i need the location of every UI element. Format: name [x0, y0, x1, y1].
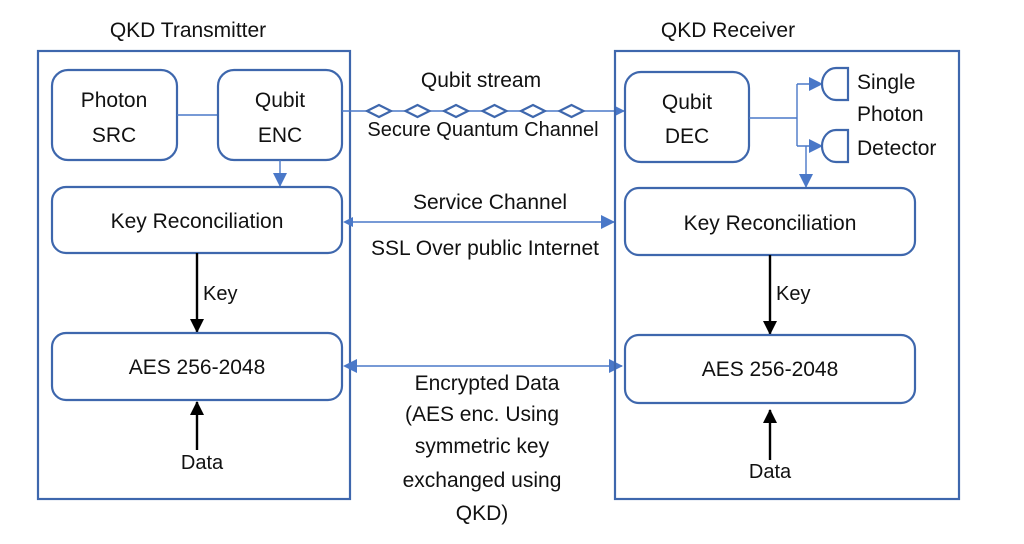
- qubit-diamond-icon: [480, 103, 509, 119]
- single-photon-detector-1-icon: [820, 66, 850, 102]
- receiver: QKD Receiver Qubit DEC Single Photon Det…: [613, 19, 961, 501]
- rx-key-label: Key: [776, 283, 810, 305]
- service-channel-top-label: Service Channel: [413, 191, 567, 214]
- photon-src-line2: SRC: [92, 124, 136, 147]
- transmitter: QKD Transmitter Photon SRC Qubit ENC Key…: [36, 19, 352, 501]
- tx-data-label: Data: [181, 452, 224, 474]
- photon-src-line1: Photon: [81, 89, 148, 112]
- quantum-channel: Qubit stream Secure Quantum Channel: [342, 69, 625, 141]
- encrypted-line-1: Encrypted Data: [415, 372, 560, 395]
- qubit-dec-box: Qubit DEC: [623, 70, 751, 164]
- quantum-channel-top-label: Qubit stream: [421, 69, 541, 92]
- qubit-enc-line1: Qubit: [255, 89, 305, 112]
- tx-aes-label: AES 256-2048: [129, 356, 266, 379]
- tx-aes-box: AES 256-2048: [50, 331, 344, 402]
- qubit-diamond-icon: [403, 103, 432, 119]
- rx-aes-label: AES 256-2048: [702, 358, 839, 381]
- quantum-channel-bottom-label: Secure Quantum Channel: [367, 119, 598, 141]
- qubit-dec-line2: DEC: [665, 125, 709, 148]
- rx-key-reconciliation-label: Key Reconciliation: [684, 212, 857, 235]
- qubit-enc-box: Qubit ENC: [216, 68, 344, 162]
- photon-src-box: Photon SRC: [50, 68, 179, 162]
- receiver-title: QKD Receiver: [661, 19, 795, 42]
- encrypted-channel: Encrypted Data (AES enc. Using symmetric…: [343, 359, 623, 525]
- rx-aes-box: AES 256-2048: [623, 333, 917, 405]
- transmitter-title: QKD Transmitter: [110, 19, 266, 42]
- encrypted-line-5: QKD): [456, 502, 509, 525]
- tx-key-reconciliation-label: Key Reconciliation: [111, 210, 284, 233]
- qubit-diamond-icon: [441, 103, 471, 119]
- rx-key-reconciliation-box: Key Reconciliation: [623, 186, 917, 257]
- encrypted-line-2: (AES enc. Using: [405, 403, 559, 426]
- detector-label-line2: Photon: [857, 103, 924, 126]
- single-photon-detector-2-icon: [820, 128, 850, 164]
- qubit-dec-line1: Qubit: [662, 91, 712, 114]
- tx-key-label: Key: [203, 283, 237, 305]
- service-channel-bottom-label: SSL Over public Internet: [371, 237, 599, 260]
- qubit-enc-line2: ENC: [258, 124, 302, 147]
- service-channel: Service Channel SSL Over public Internet: [343, 191, 615, 260]
- encrypted-line-4: exchanged using: [403, 469, 562, 492]
- tx-key-reconciliation-box: Key Reconciliation: [50, 185, 344, 255]
- qubit-diamond-icon: [364, 103, 394, 119]
- rx-data-label: Data: [749, 461, 792, 483]
- qkd-diagram: QKD Transmitter Photon SRC Qubit ENC Key…: [36, 19, 961, 525]
- detector-label-line1: Single: [857, 71, 915, 94]
- encrypted-line-3: symmetric key: [415, 435, 550, 458]
- service-channel-arrowhead-left: [343, 217, 353, 227]
- detector-label-line3: Detector: [857, 137, 936, 160]
- qubit-diamond-icon: [557, 103, 586, 119]
- qubit-diamond-icon: [518, 103, 548, 119]
